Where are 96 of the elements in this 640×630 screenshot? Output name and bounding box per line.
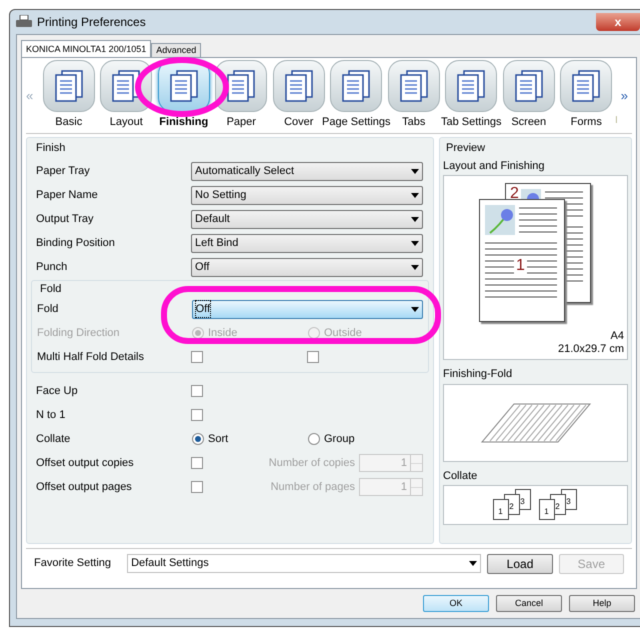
toolbar-label: Cover: [284, 115, 314, 130]
toolbar-label: Screen: [511, 115, 546, 130]
section-title: Finishing-Fold: [443, 367, 514, 382]
dropdown[interactable]: No Setting: [191, 186, 423, 205]
checkbox[interactable]: [191, 409, 203, 421]
radio-label: Inside: [208, 326, 238, 341]
field-label: Multi Half Fold Details: [37, 350, 145, 365]
dropdown[interactable]: Default: [191, 210, 423, 229]
document-pages-icon: [570, 69, 602, 104]
field-label: Paper Name: [36, 188, 99, 204]
dropdown-arrow-icon: [411, 306, 419, 312]
dropdown[interactable]: Off: [192, 300, 423, 318]
checkbox[interactable]: [191, 351, 203, 363]
dialog-button[interactable]: Cancel: [496, 595, 562, 612]
window-title: Printing Preferences: [37, 14, 146, 31]
toolbar-label: Paper: [226, 115, 256, 130]
document-pages-icon: [282, 69, 315, 104]
page-number: 3: [520, 496, 525, 508]
field-label: Punch: [36, 260, 68, 276]
radio-label: Outside: [324, 326, 362, 341]
group-title: Finish: [36, 141, 66, 156]
checkbox[interactable]: [191, 457, 203, 469]
dropdown[interactable]: Left Bind: [191, 234, 423, 253]
field-label: N to 1: [36, 408, 66, 423]
toolbar-label: Finishing: [159, 115, 208, 130]
toolbar-button[interactable]: [445, 60, 498, 112]
tab[interactable]: Advanced: [151, 43, 202, 57]
page-number: 1: [498, 506, 503, 518]
field-label: Face Up: [36, 384, 79, 399]
dropdown-arrow-icon: [469, 561, 478, 566]
field-label: Favorite Setting: [34, 556, 112, 572]
checkbox[interactable]: [191, 481, 203, 493]
section-title: Layout and Finishing: [443, 158, 546, 174]
document-pages-icon: [455, 69, 488, 104]
spinner-label: Number of pages: [270, 480, 355, 495]
field-label: Fold: [37, 302, 60, 317]
toolbar-button[interactable]: [330, 60, 382, 112]
dropdown-arrow-icon: [411, 265, 419, 270]
toolbar-button[interactable]: [560, 60, 612, 112]
checkbox[interactable]: [307, 351, 319, 363]
field-label: Offset output copies: [36, 456, 135, 471]
document-pages-icon: [225, 69, 258, 104]
dialog-button[interactable]: OK: [423, 595, 489, 612]
toolbar-button[interactable]: [215, 60, 268, 112]
dropdown[interactable]: Default Settings: [127, 554, 482, 573]
page-number: 3: [566, 496, 571, 508]
field-label: Collate: [36, 432, 72, 447]
document-pages-icon: [512, 69, 545, 104]
paper-size: A4: [610, 328, 624, 344]
toolbar-label: Forms: [570, 115, 602, 130]
field-label: Binding Position: [36, 236, 116, 252]
toolbar-label: Basic: [55, 115, 82, 130]
document-pages-icon: [110, 69, 142, 104]
group-title: Fold: [39, 282, 62, 296]
field-label: Offset output pages: [36, 480, 133, 495]
radio-button[interactable]: [308, 433, 320, 445]
page-number: 2: [509, 501, 514, 513]
radio-button[interactable]: [192, 433, 204, 445]
radio-label: Group: [324, 432, 355, 447]
close-button[interactable]: x: [596, 13, 640, 31]
dropdown[interactable]: Automatically Select: [191, 162, 423, 181]
field-label: Paper Tray: [36, 164, 91, 180]
checkbox[interactable]: [191, 385, 203, 397]
dropdown-arrow-icon: [411, 217, 419, 222]
radio-label: Sort: [208, 432, 228, 447]
field-label: Folding Direction: [37, 326, 121, 341]
scroll-right-button[interactable]: »: [620, 86, 628, 106]
document-pages-icon: [340, 69, 372, 104]
toolbar-label: Page Settings: [322, 115, 390, 130]
dropdown[interactable]: Off: [191, 258, 423, 277]
dropdown-arrow-icon: [411, 169, 419, 174]
toolbar-button[interactable]: [42, 60, 95, 112]
document-pages-icon: [52, 69, 85, 104]
dropdown-arrow-icon: [411, 193, 419, 198]
tab[interactable]: KONICA MINOLTA1 200/1051: [21, 40, 152, 57]
document-pages-icon: [168, 69, 200, 104]
group-title: Preview: [445, 141, 486, 156]
toolbar-label: Layout: [110, 115, 143, 130]
favorite-button[interactable]: Load: [487, 554, 553, 574]
dropdown-arrow-icon: [411, 241, 419, 246]
page-number: 1: [544, 506, 549, 518]
document-pages-icon: [398, 69, 430, 104]
section-title: Collate: [443, 468, 478, 484]
dialog-button[interactable]: Help: [569, 595, 635, 612]
toolbar-label: Tabs: [402, 115, 426, 130]
spinner-label: Number of copies: [268, 456, 355, 471]
toolbar-label: Tab Settings: [440, 115, 502, 130]
page-number: 2: [555, 501, 560, 513]
toolbar-label: I: [615, 114, 618, 128]
field-label: Output Tray: [36, 212, 94, 228]
paper-dimensions: 21.0x29.7 cm: [558, 342, 624, 356]
page-number: 1: [514, 258, 527, 274]
printer-icon: [16, 15, 32, 29]
toolbar-button[interactable]: [388, 60, 440, 112]
toolbar-button[interactable]: [502, 60, 555, 112]
toolbar-button[interactable]: [272, 60, 325, 112]
